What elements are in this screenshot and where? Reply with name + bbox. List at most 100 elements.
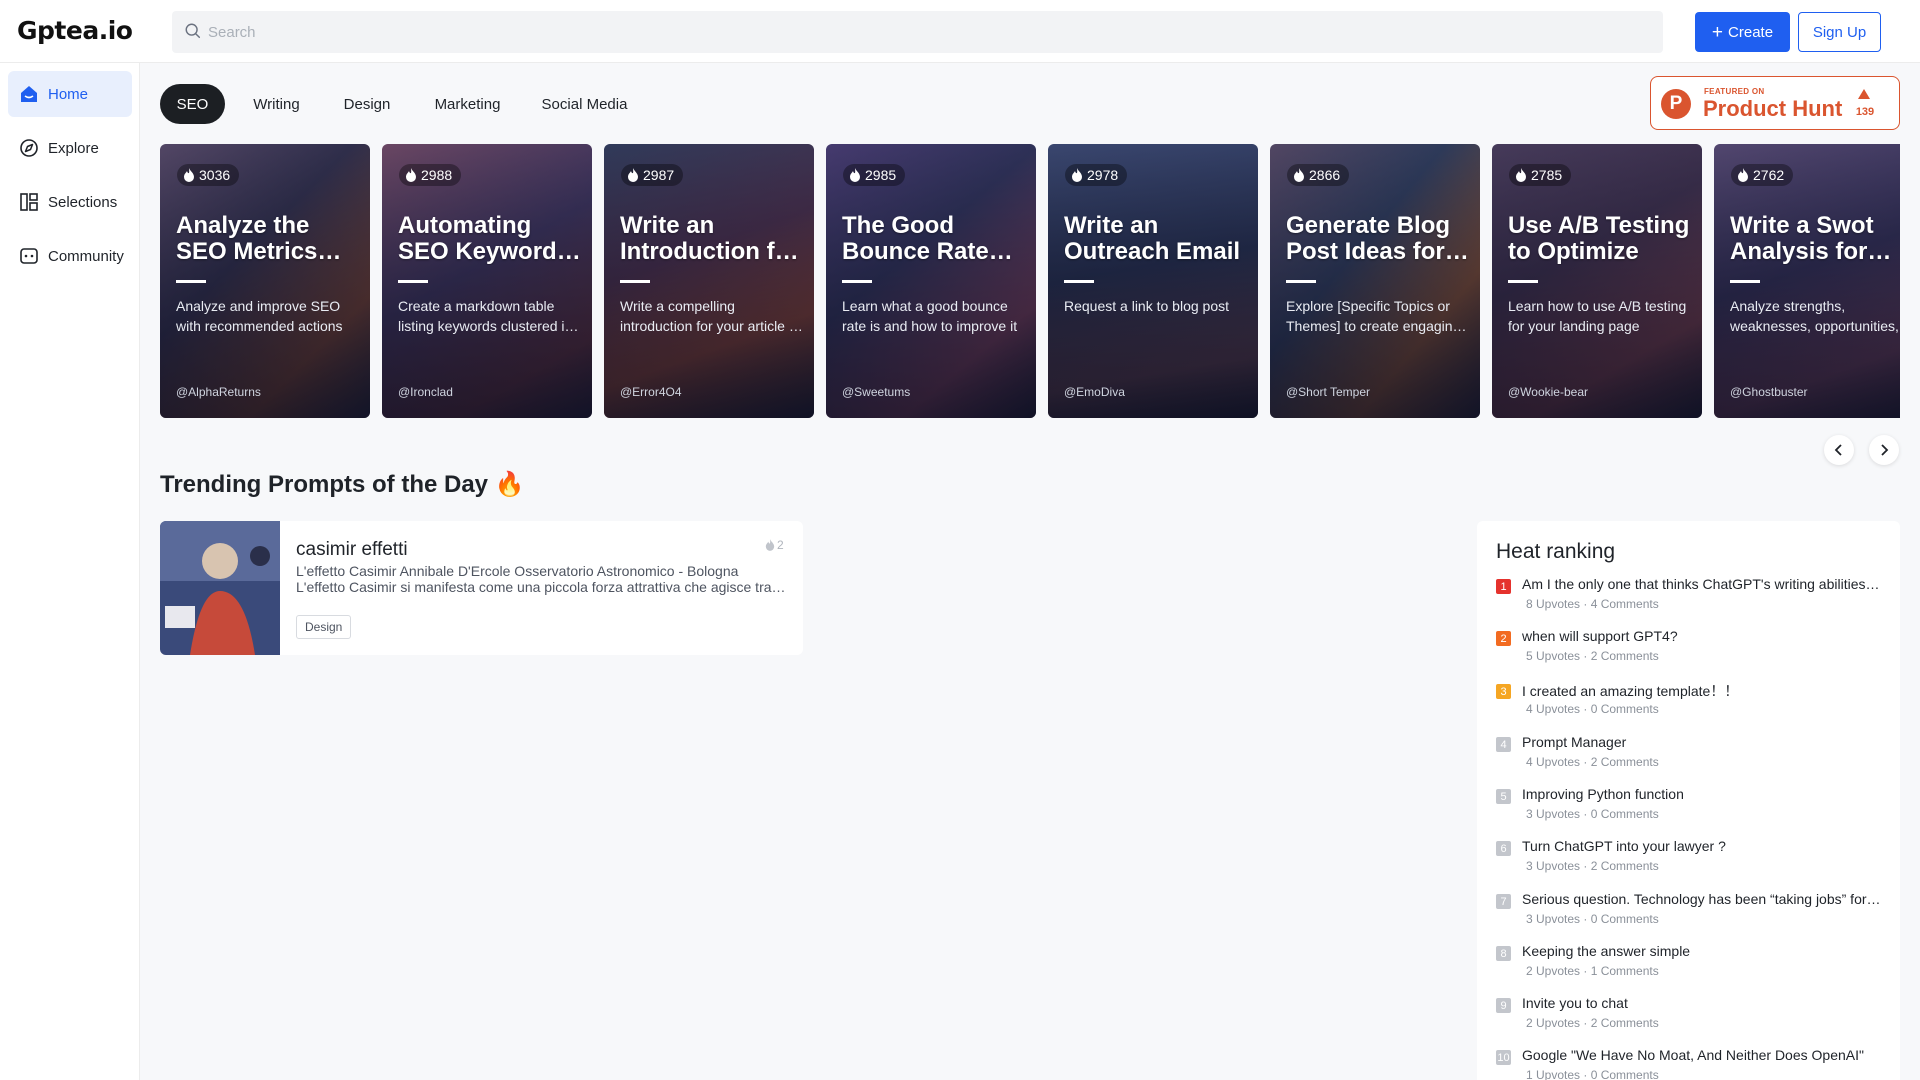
card-author[interactable]: @Short Temper — [1286, 385, 1370, 399]
top-header: Gptea.io + Create Sign Up — [0, 0, 1920, 63]
fire-icon — [765, 539, 775, 551]
ranking-item-meta: 8 Upvotes · 4 Comments — [1526, 597, 1659, 611]
fire-icon — [1072, 168, 1082, 182]
prompt-card[interactable]: 2978 Write an Outreach Email Request a l… — [1048, 144, 1258, 418]
create-button[interactable]: + Create — [1695, 12, 1790, 52]
ranking-item-title[interactable]: when will support GPT4? — [1522, 628, 1882, 644]
prompt-card[interactable]: 3036 Analyze the SEO Metrics and Improve… — [160, 144, 370, 418]
card-description: Learn what a good bounce rate is and how… — [842, 298, 1018, 334]
ranking-item-title[interactable]: Serious question. Technology has been “t… — [1522, 891, 1882, 907]
rank-number: 5 — [1496, 789, 1511, 804]
ranking-item-meta: 3 Upvotes · 2 Comments — [1526, 859, 1659, 873]
sidebar-item-selections[interactable]: Selections — [8, 179, 132, 225]
sidebar-item-explore[interactable]: Explore — [8, 125, 132, 171]
prompt-card[interactable]: 2987 Write an Introduction for Your Arti… — [604, 144, 814, 418]
ranking-item-title[interactable]: Prompt Manager — [1522, 734, 1882, 750]
search-bar[interactable] — [172, 11, 1663, 53]
prompt-card[interactable]: 2785 Use A/B Testing to Optimize Learn h… — [1492, 144, 1702, 418]
selections-icon — [20, 193, 38, 211]
carousel-next-button[interactable] — [1869, 435, 1899, 465]
sign-up-button[interactable]: Sign Up — [1798, 12, 1881, 52]
product-hunt-count: 139 — [1855, 106, 1875, 118]
divider — [842, 280, 872, 283]
search-input[interactable] — [208, 11, 1648, 53]
divider — [1730, 280, 1760, 283]
card-description: Create a markdown table listing keywords… — [398, 298, 573, 334]
fire-icon — [628, 168, 638, 182]
ranking-item-title[interactable]: I created an amazing template！！ — [1522, 681, 1882, 701]
card-description: Analyze strengths, weaknesses, opportuni… — [1730, 298, 1899, 334]
tab-marketing[interactable]: Marketing — [427, 84, 508, 124]
create-button-label: Create — [1728, 23, 1774, 41]
views-badge: 2978 — [1065, 164, 1128, 186]
sidebar-item-label: Selections — [48, 193, 118, 211]
chevron-left-icon — [1834, 444, 1842, 456]
product-hunt-badge[interactable]: P FEATURED ON Product Hunt — [1650, 76, 1900, 130]
prompt-thumbnail — [160, 521, 280, 655]
rank-number: 8 — [1496, 946, 1511, 961]
ranking-item-title[interactable]: Google "We Have No Moat, And Neither Doe… — [1522, 1047, 1882, 1063]
prompt-title[interactable]: casimir effetti — [296, 539, 408, 561]
views-badge: 3036 — [177, 164, 240, 186]
card-author[interactable]: @AlphaReturns — [176, 385, 261, 399]
ranking-item[interactable]: 7 Serious question. Technology has been … — [1496, 891, 1886, 939]
tab-seo[interactable]: SEO — [160, 84, 225, 124]
prompt-card[interactable]: 2988 Automating SEO Keyword Clustering C… — [382, 144, 592, 418]
card-description: Request a link to blog post — [1064, 298, 1229, 314]
ranking-item-title[interactable]: Keeping the answer simple — [1522, 943, 1882, 959]
ranking-item-title[interactable]: Turn ChatGPT into your lawyer ? — [1522, 838, 1882, 854]
rank-number: 1 — [1496, 579, 1511, 594]
prompt-card[interactable]: 2985 The Good Bounce Rate Explained Lear… — [826, 144, 1036, 418]
tab-social-media[interactable]: Social Media — [536, 84, 633, 124]
rank-number: 3 — [1496, 684, 1511, 699]
card-author[interactable]: @Ghostbuster — [1730, 385, 1808, 399]
tab-writing[interactable]: Writing — [243, 84, 310, 124]
rank-number: 9 — [1496, 998, 1511, 1013]
heat-ranking-title: Heat ranking — [1496, 540, 1616, 563]
prompt-card[interactable]: 2866 Generate Blog Post Ideas for Your S… — [1270, 144, 1480, 418]
divider — [1508, 280, 1538, 283]
rank-number: 2 — [1496, 631, 1511, 646]
ranking-item[interactable]: 2 when will support GPT4? 5 Upvotes · 2 … — [1496, 628, 1886, 676]
carousel-prev-button[interactable] — [1824, 435, 1854, 465]
divider — [1286, 280, 1316, 283]
views-badge: 2785 — [1509, 164, 1572, 186]
card-author[interactable]: @EmoDiva — [1064, 385, 1125, 399]
prompt-tag[interactable]: Design — [296, 615, 352, 639]
card-author[interactable]: @Ironclad — [398, 385, 453, 399]
ranking-item[interactable]: 9 Invite you to chat 2 Upvotes · 2 Comme… — [1496, 995, 1886, 1043]
site-logo[interactable]: Gptea.io — [17, 16, 133, 45]
trending-prompt-card[interactable]: casimir effetti 2 L'effetto Casimir Anni… — [160, 521, 803, 655]
ranking-item[interactable]: 10 Google "We Have No Moat, And Neither … — [1496, 1047, 1886, 1080]
sidebar-item-label: Community — [48, 247, 124, 265]
ranking-item-title[interactable]: Am I the only one that thinks ChatGPT's … — [1522, 576, 1882, 592]
ranking-item[interactable]: 8 Keeping the answer simple 2 Upvotes · … — [1496, 943, 1886, 991]
ranking-item-title[interactable]: Invite you to chat — [1522, 995, 1882, 1011]
ranking-item[interactable]: 3 I created an amazing template！！ 4 Upvo… — [1496, 681, 1886, 729]
ranking-item[interactable]: 4 Prompt Manager 4 Upvotes · 2 Comments — [1496, 734, 1886, 782]
ranking-item-meta: 4 Upvotes · 2 Comments — [1526, 755, 1659, 769]
card-author[interactable]: @Sweetums — [842, 385, 910, 399]
card-author[interactable]: @Wookie-bear — [1508, 385, 1588, 399]
prompt-likes: 2 — [765, 538, 784, 552]
tab-design[interactable]: Design — [334, 84, 400, 124]
rank-number: 10 — [1496, 1050, 1511, 1065]
ranking-item[interactable]: 5 Improving Python function 3 Upvotes · … — [1496, 786, 1886, 834]
views-badge: 2762 — [1731, 164, 1794, 186]
prompt-card[interactable]: 2762 Write a Swot Analysis for Business … — [1714, 144, 1900, 418]
sidebar-item-community[interactable]: Community — [8, 233, 132, 279]
card-title: Write an Outreach Email — [1064, 213, 1241, 265]
ranking-item-title[interactable]: Improving Python function — [1522, 786, 1882, 802]
sidebar: Home Explore Selections Community — [0, 63, 140, 1080]
fire-icon — [406, 168, 416, 182]
prompt-description: L'effetto Casimir Annibale D'Ercole Osse… — [296, 563, 772, 595]
card-author[interactable]: @Error4O4 — [620, 385, 682, 399]
sidebar-item-home[interactable]: Home — [8, 71, 132, 117]
sidebar-item-label: Explore — [48, 139, 99, 157]
views-badge: 2866 — [1287, 164, 1350, 186]
ranking-item-meta: 4 Upvotes · 0 Comments — [1526, 702, 1659, 716]
ranking-item[interactable]: 6 Turn ChatGPT into your lawyer ? 3 Upvo… — [1496, 838, 1886, 886]
card-description: Explore [Specific Topics or Themes] to c… — [1286, 298, 1461, 334]
product-hunt-name: Product Hunt — [1703, 96, 1843, 121]
ranking-item[interactable]: 1 Am I the only one that thinks ChatGPT'… — [1496, 576, 1886, 624]
